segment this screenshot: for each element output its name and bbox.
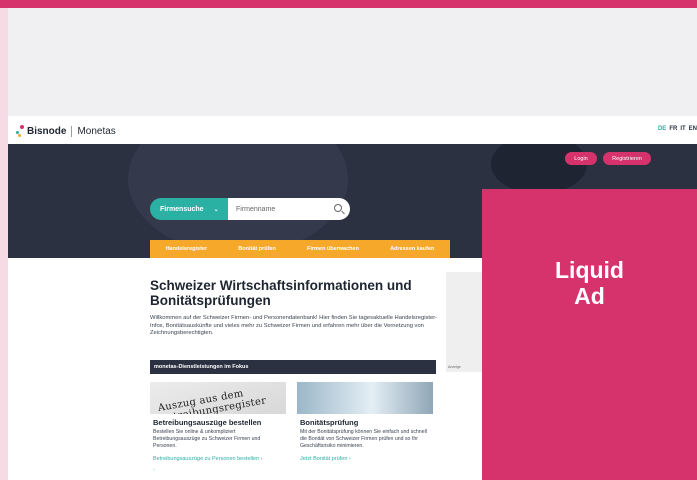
top-ad-area: [8, 8, 697, 116]
logo[interactable]: Bisnode Monetas: [16, 125, 116, 137]
search-icon[interactable]: [334, 204, 342, 212]
card-title: Betreibungsauszüge bestellen: [153, 418, 262, 427]
search-category-select[interactable]: Firmensuche ⌄: [150, 198, 228, 220]
liquid-ad[interactable]: Liquid Ad: [482, 189, 697, 480]
side-ad[interactable]: Anzeige: [446, 272, 484, 372]
nav-item-bonitaet[interactable]: Bonität prüfen: [238, 246, 276, 252]
logo-dots-icon: [16, 125, 26, 137]
site-header: Bisnode Monetas DE FR IT EN: [8, 116, 697, 144]
logo-monetas: Monetas: [77, 125, 116, 137]
login-button[interactable]: Login: [565, 152, 597, 165]
nav-item-handelsregister[interactable]: Handelsregister: [166, 246, 208, 252]
card-bonitaet: Bonitätsprüfung Mit der Bonitätsprüfung …: [297, 382, 433, 462]
card-text: Bestellen Sie online & unkompliziert Bet…: [153, 429, 261, 449]
search-placeholder: Firmenname: [236, 205, 276, 213]
language-switcher: DE FR IT EN: [658, 126, 697, 132]
top-accent-bar: [0, 0, 697, 8]
nav-item-adressen[interactable]: Adressen kaufen: [390, 246, 434, 252]
intro-text: Willkommen auf der Schweizer Firmen- und…: [150, 315, 438, 336]
card-image-text: Auszug aus dem Betreibungsregister: [157, 388, 268, 414]
chevron-down-icon: ⌄: [213, 206, 219, 213]
main-nav: Handelsregister Bonität prüfen Firmen üb…: [150, 240, 450, 258]
card-image: Auszug aus dem Betreibungsregister: [150, 382, 286, 414]
card-betreibung: Auszug aus dem Betreibungsregister Betre…: [150, 382, 286, 473]
page-title: Schweizer Wirtschaftsinformationen und B…: [150, 278, 412, 308]
logo-divider: [71, 125, 73, 137]
card-link-secondary[interactable]: ›: [150, 467, 286, 473]
search-category-label: Firmensuche: [160, 205, 204, 213]
card-link[interactable]: Betreibungsauszüge zu Personen bestellen…: [150, 456, 286, 462]
search-bar: Firmensuche ⌄ Firmenname: [150, 198, 350, 220]
card-image: [297, 382, 433, 414]
lang-it[interactable]: IT: [680, 126, 685, 132]
left-frame: [0, 8, 8, 480]
card-link[interactable]: Jetzt Bonität prüfen ›: [297, 456, 433, 462]
search-input[interactable]: Firmenname: [228, 198, 350, 220]
card-text: Mit der Bonitätsprüfung können Sie einfa…: [300, 429, 427, 449]
lang-fr[interactable]: FR: [669, 126, 677, 132]
register-button[interactable]: Registrieren: [603, 152, 651, 165]
ad-label: Anzeige: [448, 365, 461, 369]
focus-heading: monetas-Dienstleistungen im Fokus: [150, 360, 436, 374]
lang-en[interactable]: EN: [689, 126, 697, 132]
main-content: Schweizer Wirtschaftsinformationen und B…: [150, 278, 440, 338]
logo-bisnode: Bisnode: [27, 125, 67, 137]
card-title: Bonitätsprüfung: [300, 418, 359, 427]
liquid-ad-text: Liquid Ad: [555, 257, 624, 309]
nav-item-firmen-ueberwachen[interactable]: Firmen überwachen: [307, 246, 359, 252]
lang-de[interactable]: DE: [658, 126, 666, 132]
